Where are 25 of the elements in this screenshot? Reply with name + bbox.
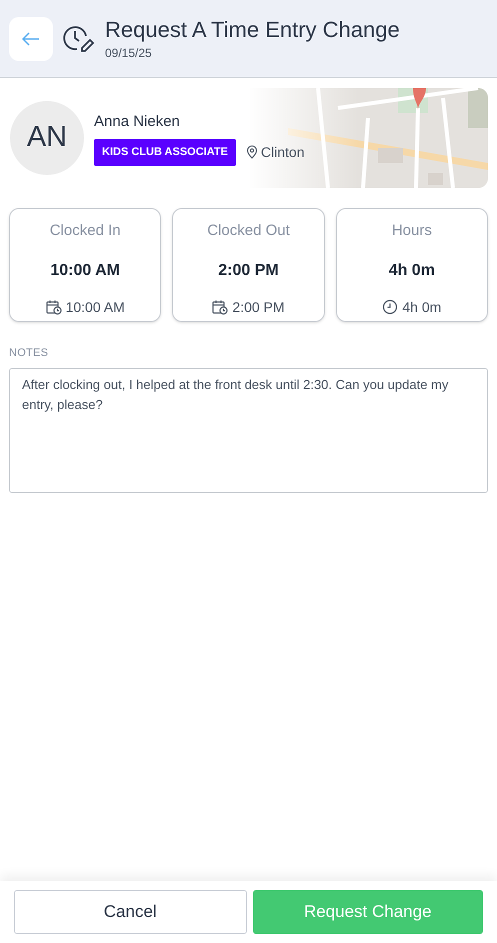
stat-detail: 2:00 PM bbox=[232, 298, 285, 316]
cancel-button[interactable]: Cancel bbox=[14, 890, 246, 934]
stat-label: Clocked Out bbox=[207, 221, 290, 241]
clock-icon bbox=[382, 299, 398, 315]
back-arrow-icon bbox=[22, 32, 40, 46]
clock-edit-icon bbox=[63, 24, 95, 54]
calendar-clock-icon bbox=[46, 299, 62, 315]
stat-label: Clocked In bbox=[50, 221, 121, 241]
location-pin-icon bbox=[246, 145, 258, 160]
stat-value: 4h 0m bbox=[388, 260, 435, 280]
notes-field[interactable]: After clocking out, I helped at the front desk until 2:30. Can you update my entry, please? bbox=[9, 368, 488, 492]
page-title: Request A Time Entry Change bbox=[105, 16, 400, 44]
stat-detail: 10:00 AM bbox=[66, 298, 125, 316]
location-text: Clinton bbox=[260, 142, 304, 162]
employee-name: Anna Nieken bbox=[94, 112, 181, 132]
stat-value: 10:00 AM bbox=[50, 260, 120, 280]
stat-detail: 4h 0m bbox=[402, 298, 442, 316]
notes-label: NOTES bbox=[9, 346, 50, 361]
date-text: 09/15/25 bbox=[105, 44, 153, 62]
stat-label: Hours bbox=[392, 221, 432, 241]
stat-value: 2:00 PM bbox=[218, 260, 279, 280]
back-button[interactable] bbox=[9, 16, 53, 60]
avatar: AN bbox=[10, 101, 84, 175]
role-badge: KIDS CLUB ASSOCIATE bbox=[94, 139, 236, 166]
calendar-clock-icon bbox=[212, 299, 228, 315]
